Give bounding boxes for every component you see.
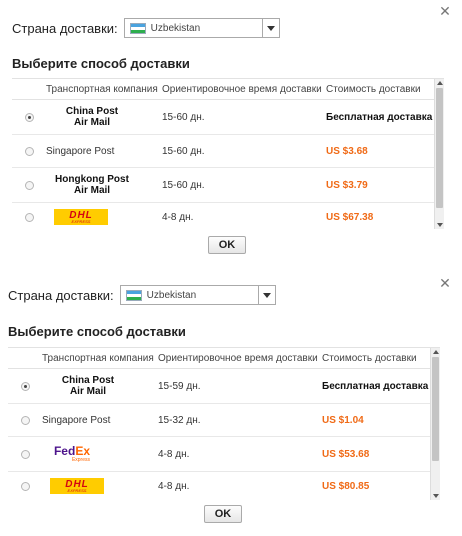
column-carrier: Транспортная компания [42, 352, 154, 364]
carrier-name: Singapore Post [46, 145, 115, 157]
carrier-line2: Air Mail [73, 117, 111, 128]
shipping-table: Транспортная компания Ориентировочное вр… [12, 78, 444, 229]
delivery-cost: US $3.68 [326, 145, 368, 157]
delivery-cost: US $67.38 [326, 211, 374, 223]
country-row: Страна доставки: Uzbekistan [8, 285, 276, 305]
shipping-table: Транспортная компания Ориентировочное вр… [8, 347, 440, 500]
table-header: Транспортная компания Ориентировочное вр… [8, 348, 440, 369]
delivery-cost: US $3.79 [326, 179, 368, 191]
carrier-line1: China Post [61, 375, 115, 386]
radio[interactable] [24, 146, 34, 156]
shipping-dialog-2: ✕ Страна доставки: Uzbekistan Выберите с… [0, 268, 462, 536]
ok-button[interactable]: OK [208, 236, 246, 254]
fedex-logo: FedEx Express [48, 445, 90, 463]
dhl-subtext: EXPRESS [67, 487, 87, 493]
table-row[interactable]: Singapore Post 15-60 дн. US $3.68 [12, 135, 444, 168]
radio-selected[interactable] [24, 112, 34, 122]
scrollbar[interactable] [430, 348, 440, 500]
scrollbar[interactable] [434, 79, 444, 229]
column-cost: Стоимость доставки [322, 352, 417, 364]
close-icon[interactable]: ✕ [438, 4, 452, 18]
country-label: Страна доставки: [8, 287, 114, 303]
fedex-wordmark: FedEx [54, 445, 90, 457]
country-select[interactable]: Uzbekistan [119, 285, 276, 305]
delivery-time: 15-60 дн. [162, 179, 205, 191]
table-row[interactable]: China Post Air Mail 15-59 дн. Бесплатная… [8, 369, 440, 404]
delivery-time: 4-8 дн. [158, 480, 190, 492]
chevron-down-icon[interactable] [257, 286, 275, 304]
chevron-down-icon[interactable] [261, 19, 279, 37]
carrier-line1: Hongkong Post [55, 174, 129, 185]
delivery-cost: US $53.68 [322, 448, 370, 460]
country-value: Uzbekistan [146, 289, 197, 301]
scroll-down-icon[interactable] [435, 221, 444, 229]
radio[interactable] [20, 415, 30, 425]
delivery-time: 15-60 дн. [162, 145, 205, 157]
section-title: Выберите способ доставки [12, 56, 190, 71]
shipping-dialog-1: ✕ Страна доставки: Uzbekistan Выберите с… [0, 0, 462, 262]
carrier-name: Singapore Post [42, 414, 111, 426]
delivery-time: 4-8 дн. [158, 448, 190, 460]
column-time: Ориентировочное время доставки [162, 83, 322, 95]
country-select[interactable]: Uzbekistan [123, 18, 280, 38]
carrier-name: China Post Air Mail [42, 375, 134, 397]
dhl-subtext: EXPRESS [71, 218, 91, 224]
table-row[interactable]: Singapore Post 15-32 дн. US $1.04 [8, 404, 440, 437]
table-row[interactable]: China Post Air Mail 15-60 дн. Бесплатная… [12, 100, 444, 135]
column-cost: Стоимость доставки [326, 83, 421, 95]
delivery-cost: US $1.04 [322, 414, 364, 426]
delivery-time: 15-32 дн. [158, 414, 201, 426]
uzbekistan-flag-icon [125, 289, 142, 301]
scroll-up-icon[interactable] [435, 79, 444, 87]
fedex-ex: Ex [75, 444, 90, 458]
table-row[interactable]: Hongkong Post Air Mail 15-60 дн. US $3.7… [12, 168, 444, 203]
delivery-cost: US $80.85 [322, 480, 370, 492]
carrier-name: China Post Air Mail [46, 106, 138, 128]
column-carrier: Транспортная компания [46, 83, 158, 95]
fedex-fed: Fed [53, 444, 76, 458]
delivery-time: 4-8 дн. [162, 211, 194, 223]
table-row[interactable]: DHL EXPRESS 4-8 дн. US $67.38 [12, 203, 444, 231]
radio[interactable] [24, 212, 34, 222]
radio[interactable] [24, 180, 34, 190]
country-row: Страна доставки: Uzbekistan [12, 18, 280, 38]
radio[interactable] [20, 449, 30, 459]
delivery-cost: Бесплатная доставка [326, 111, 433, 123]
table-header: Транспортная компания Ориентировочное вр… [12, 79, 444, 100]
table-row[interactable]: FedEx Express 4-8 дн. US $53.68 [8, 437, 440, 472]
ok-button[interactable]: OK [204, 505, 242, 523]
country-value: Uzbekistan [150, 22, 201, 34]
country-label: Страна доставки: [12, 20, 118, 36]
scroll-down-icon[interactable] [431, 492, 440, 500]
delivery-time: 15-60 дн. [162, 111, 205, 123]
scroll-thumb[interactable] [432, 357, 439, 461]
scroll-up-icon[interactable] [431, 348, 440, 356]
fedex-subtext: Express [71, 457, 90, 463]
radio-selected[interactable] [20, 381, 30, 391]
carrier-line1: China Post [65, 106, 119, 117]
carrier-line2: Air Mail [73, 185, 111, 196]
section-title: Выберите способ доставки [8, 324, 186, 339]
column-time: Ориентировочное время доставки [158, 352, 318, 364]
close-icon[interactable]: ✕ [438, 276, 452, 290]
carrier-line2: Air Mail [69, 386, 107, 397]
scroll-thumb[interactable] [436, 88, 443, 208]
dhl-logo: DHL EXPRESS [54, 209, 108, 225]
delivery-time: 15-59 дн. [158, 380, 201, 392]
dhl-logo: DHL EXPRESS [50, 478, 104, 494]
radio[interactable] [20, 481, 30, 491]
uzbekistan-flag-icon [129, 22, 146, 34]
delivery-cost: Бесплатная доставка [322, 380, 429, 392]
carrier-name: Hongkong Post Air Mail [46, 174, 138, 196]
table-row[interactable]: DHL EXPRESS 4-8 дн. US $80.85 [8, 472, 440, 500]
